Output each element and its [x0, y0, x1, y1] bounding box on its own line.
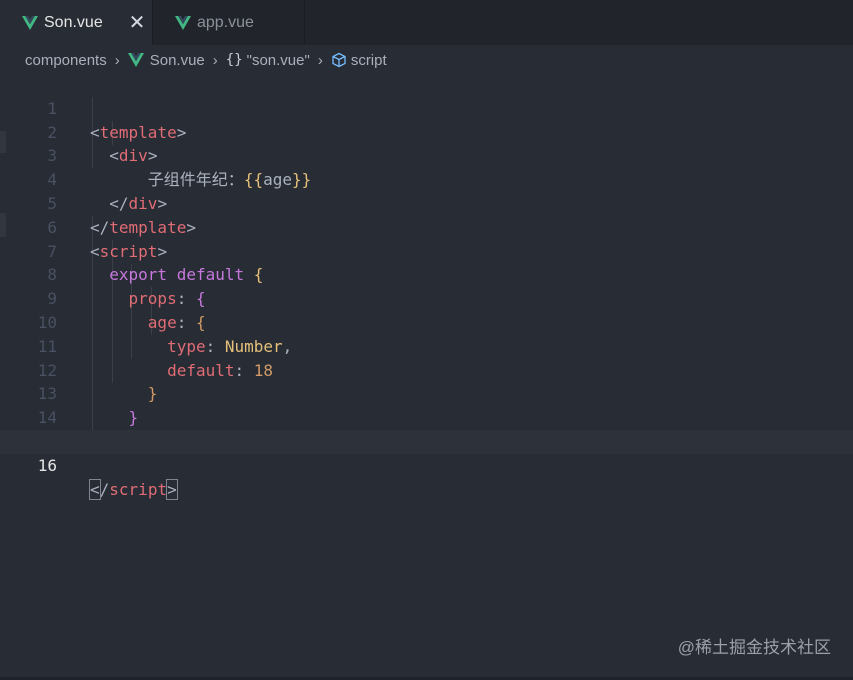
line-number: 16: [37, 455, 57, 475]
code-line: 13 }: [0, 359, 853, 427]
code-line: 4 </div>: [0, 144, 853, 213]
breadcrumb-file-label: Son.vue: [149, 51, 205, 69]
code-line: 7 export default {: [0, 216, 853, 285]
code-line: 6 <script>: [0, 192, 853, 261]
bracket-match: >: [166, 478, 178, 500]
vue-icon: [175, 15, 191, 30]
code-line: 3 子组件年纪：{{age}}: [0, 121, 853, 189]
cube-icon: [332, 52, 346, 68]
breadcrumb-object[interactable]: {} "son.vue": [226, 52, 310, 69]
code-line: 11 default: 18: [0, 311, 853, 380]
code-line: 15: [0, 406, 853, 451]
tab-son-vue[interactable]: Son.vue ✕: [0, 0, 153, 45]
code-token: /: [99, 479, 110, 499]
code-line: 1 <template>: [0, 73, 853, 142]
breadcrumb-symbol-label: script: [350, 51, 387, 69]
code-line: 8 props: {: [0, 240, 853, 308]
chevron-right-icon: ›: [114, 51, 120, 69]
breadcrumb-folder[interactable]: components: [25, 52, 107, 69]
tab-bar: Son.vue ✕ app.vue: [0, 0, 853, 45]
breadcrumb-object-label: "son.vue": [246, 51, 310, 69]
code-editor[interactable]: 1 <template> 2 <div> 3 子组件年纪：{{age}} 4 <…: [0, 73, 853, 500]
chevron-right-icon: ›: [212, 51, 218, 69]
tab-label: app.vue: [197, 13, 254, 31]
code-line: 9 age: {: [0, 263, 853, 332]
code-line: 10 type: Number,: [0, 287, 853, 356]
vue-icon: [127, 53, 144, 67]
watermark: @稀土掘金技术社区: [677, 638, 831, 657]
tab-label: Son.vue: [44, 13, 103, 31]
code-line: 14 }: [0, 382, 853, 451]
code-line: 2 <div>: [0, 97, 853, 166]
tab-app-vue[interactable]: app.vue: [153, 0, 305, 45]
code-token: script: [109, 479, 168, 499]
vue-icon: [22, 15, 38, 30]
braces-icon: {}: [225, 52, 243, 68]
code-line-current: 16 </script>: [0, 429, 853, 500]
chevron-right-icon: ›: [317, 51, 323, 69]
breadcrumb: components › Son.vue › {} "son.vue" › sc…: [0, 45, 853, 75]
bracket-match: <: [89, 478, 101, 500]
close-icon[interactable]: ✕: [122, 10, 152, 35]
breadcrumb-file[interactable]: Son.vue: [127, 51, 205, 69]
code-line: 12 }: [0, 335, 853, 404]
code-line: 5 </template>: [0, 168, 853, 237]
breadcrumb-symbol[interactable]: script: [331, 52, 387, 69]
